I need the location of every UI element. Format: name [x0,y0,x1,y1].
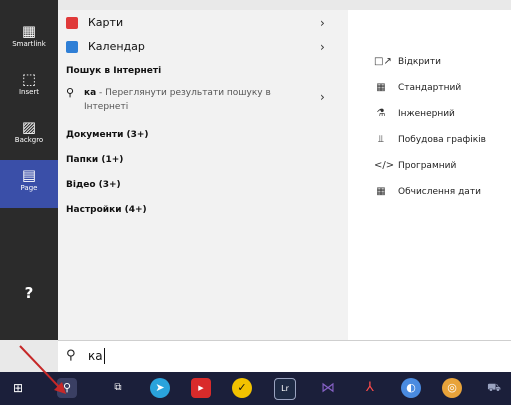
red-arrow-annotation [19,345,66,394]
